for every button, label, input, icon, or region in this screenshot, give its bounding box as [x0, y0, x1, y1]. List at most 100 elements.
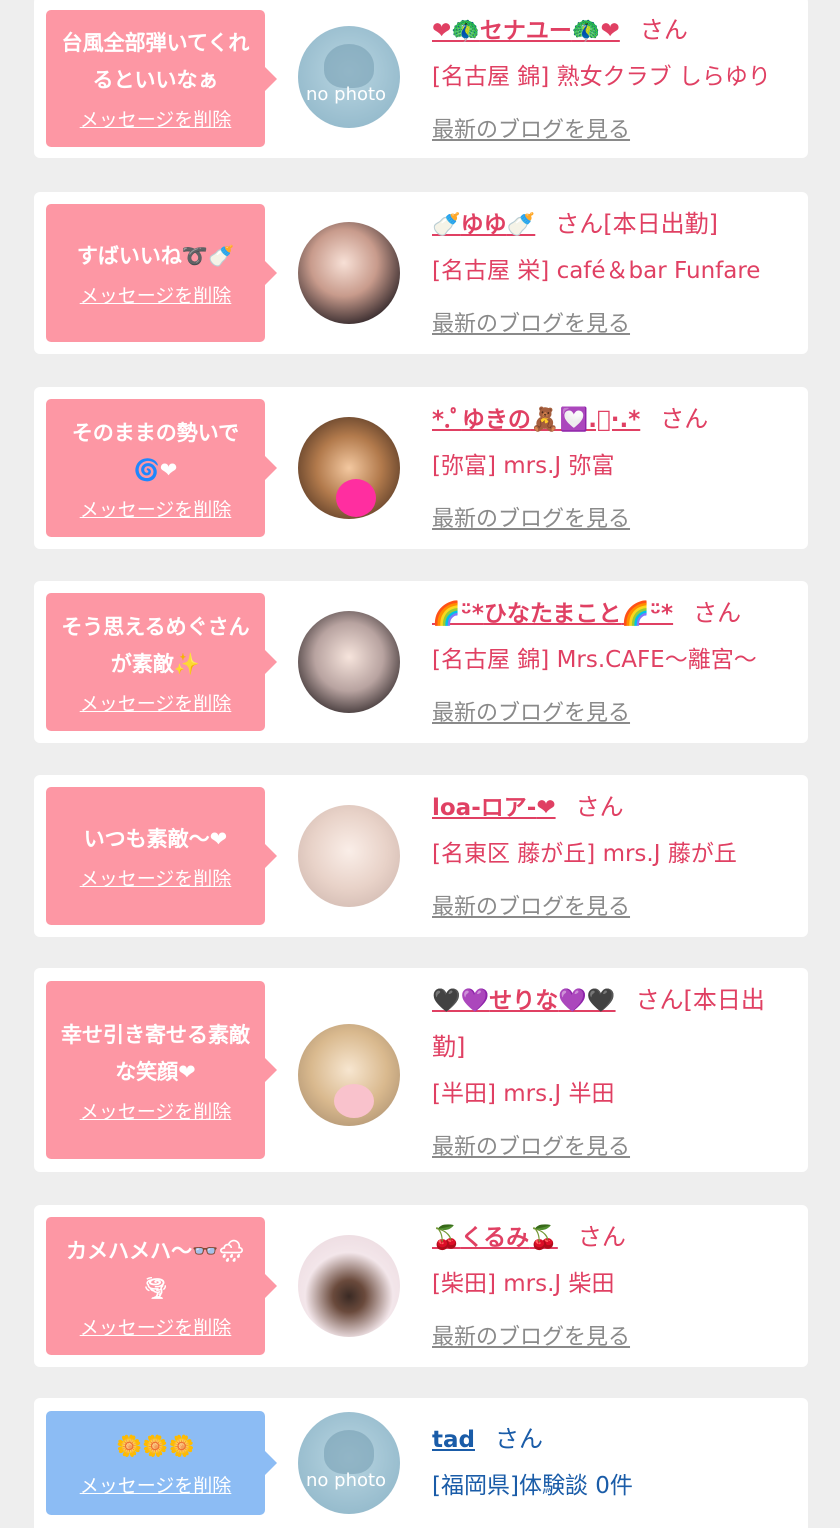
profile-name-link[interactable]: *.ﾟゆきの🧸💟.ﾟ·.* [432, 407, 640, 433]
message-bubble: 幸せ引き寄せる素敵な笑顔❤ メッセージを削除 [46, 981, 277, 1159]
profile-info: tad さん [福岡県]体験談 0件 [432, 1417, 798, 1508]
avatar[interactable] [298, 1024, 400, 1126]
message-bubble: 🌼🌼🌼 メッセージを削除 [46, 1411, 277, 1515]
message-text: そう思えるめぐさんが素敵✨ [61, 614, 250, 676]
shop-info: [柴田] mrs.J 柴田 [432, 1271, 615, 1297]
face-sticker [336, 479, 376, 517]
shop-info: [弥富] mrs.J 弥富 [432, 453, 615, 479]
avatar[interactable] [298, 1235, 400, 1337]
avatar[interactable]: no photo [298, 26, 400, 128]
profile-info: 🍼ゆゆ🍼 さん[本日出勤] [名古屋 栄] café＆bar Funfare 最新… [432, 202, 798, 347]
avatar[interactable] [298, 611, 400, 713]
silhouette-icon [324, 44, 374, 88]
honorific: さん [494, 1425, 543, 1453]
name-text: loa-ロア- [432, 795, 537, 821]
message-bubble: 台風全部弾いてくれるといいなぁ メッセージを削除 [46, 10, 277, 147]
message-text: カメハメハ～👓🌧🌪 [66, 1238, 245, 1300]
name-emoji: 💜🖤 [558, 988, 616, 1014]
name-emoji: 🖤💜 [432, 988, 490, 1014]
message-bubble: カメハメハ～👓🌧🌪 メッセージを削除 [46, 1217, 277, 1355]
profile-info: loa-ロア-❤ さん [名東区 藤が丘] mrs.J 藤が丘 最新のブログを見る [432, 785, 798, 930]
shop-info: [名古屋 栄] café＆bar Funfare [432, 258, 761, 284]
name-emoji: 🍼 [432, 212, 461, 238]
message-card: 台風全部弾いてくれるといいなぁ メッセージを削除 no photo ❤🦚セナユー… [34, 0, 808, 158]
name-emoji: 🍒 [432, 1225, 461, 1251]
profile-name-link[interactable]: 🍒くるみ🍒 [432, 1225, 558, 1251]
latest-blog-link[interactable]: 最新のブログを見る [432, 1316, 798, 1360]
profile-name-link[interactable]: 🍼ゆゆ🍼 [432, 212, 535, 238]
avatar[interactable]: no photo [298, 1412, 400, 1514]
message-card: 幸せ引き寄せる素敵な笑顔❤ メッセージを削除 🖤💜せりな💜🖤 さん[本日出勤] [… [34, 968, 808, 1172]
name-text: tad [432, 1427, 475, 1453]
delete-message-link[interactable]: メッセージを削除 [80, 1313, 232, 1340]
message-text: 幸せ引き寄せる素敵な笑顔❤ [61, 1022, 250, 1084]
avatar[interactable] [298, 417, 400, 519]
name-emoji: 🧸💟.ﾟ·.* [530, 407, 641, 433]
name-emoji: ❤🦚 [432, 18, 480, 44]
message-text: 🌼🌼🌼 [116, 1434, 195, 1458]
latest-blog-link[interactable]: 最新のブログを見る [432, 498, 798, 542]
message-card: すばいいね➰🍼 メッセージを削除 🍼ゆゆ🍼 さん[本日出勤] [名古屋 栄] ca… [34, 192, 808, 354]
message-bubble: いつも素敵～❤ メッセージを削除 [46, 787, 277, 925]
honorific: さん [575, 793, 624, 821]
name-emoji: 🍒 [529, 1225, 558, 1251]
message-bubble: そのままの勢いで🌀❤ メッセージを削除 [46, 399, 277, 537]
profile-info: 🖤💜せりな💜🖤 さん[本日出勤] [半田] mrs.J 半田 最新のブログを見る [432, 978, 798, 1170]
name-emoji: 🌈ᵕ̈* [432, 601, 484, 627]
shop-info: [福岡県]体験談 0件 [432, 1473, 633, 1499]
profile-info: 🌈ᵕ̈*ひなたまこと🌈ᵕ̈* さん [名古屋 錦] Mrs.CAFE～離宮～ 最新… [432, 591, 798, 736]
delete-message-link[interactable]: メッセージを削除 [80, 495, 232, 522]
avatar[interactable] [298, 805, 400, 907]
message-card: 🌼🌼🌼 メッセージを削除 no photo tad さん [福岡県]体験談 0件 [34, 1398, 808, 1528]
no-photo-label: no photo [306, 84, 387, 105]
message-card: カメハメハ～👓🌧🌪 メッセージを削除 🍒くるみ🍒 さん [柴田] mrs.J 柴田… [34, 1205, 808, 1367]
profile-info: 🍒くるみ🍒 さん [柴田] mrs.J 柴田 最新のブログを見る [432, 1215, 798, 1360]
name-text: せりな [489, 988, 559, 1014]
avatar[interactable] [298, 222, 400, 324]
profile-name-link[interactable]: ❤🦚セナユー🦚❤ [432, 18, 620, 44]
latest-blog-link[interactable]: 最新のブログを見る [432, 303, 798, 347]
message-text: 台風全部弾いてくれるといいなぁ [61, 31, 250, 92]
delete-message-link[interactable]: メッセージを削除 [80, 105, 232, 132]
message-text: いつも素敵～❤ [83, 827, 228, 851]
latest-blog-link[interactable]: 最新のブログを見る [432, 692, 798, 736]
profile-name-link[interactable]: 🌈ᵕ̈*ひなたまこと🌈ᵕ̈* [432, 601, 673, 627]
name-text: セナユー [479, 18, 572, 44]
name-text: ひなたまこと [483, 601, 622, 627]
profile-name-link[interactable]: 🖤💜せりな💜🖤 [432, 988, 616, 1014]
shop-info: [名東区 藤が丘] mrs.J 藤が丘 [432, 841, 737, 867]
latest-blog-link[interactable]: 最新のブログを見る [432, 1126, 798, 1170]
delete-message-link[interactable]: メッセージを削除 [80, 689, 232, 716]
silhouette-icon [324, 1430, 374, 1474]
name-emoji: 🦚❤ [571, 18, 620, 44]
delete-message-link[interactable]: メッセージを削除 [80, 281, 232, 308]
shop-info: [半田] mrs.J 半田 [432, 1081, 615, 1107]
message-card: そう思えるめぐさんが素敵✨ メッセージを削除 🌈ᵕ̈*ひなたまこと🌈ᵕ̈* さん … [34, 581, 808, 743]
message-card: いつも素敵～❤ メッセージを削除 loa-ロア-❤ さん [名東区 藤が丘] mr… [34, 775, 808, 937]
name-text: ゆゆ [460, 212, 507, 238]
message-text: そのままの勢いで🌀❤ [71, 420, 240, 482]
delete-message-link[interactable]: メッセージを削除 [80, 1097, 232, 1124]
latest-blog-link[interactable]: 最新のブログを見る [432, 886, 798, 930]
latest-blog-link[interactable]: 最新のブログを見る [432, 109, 798, 153]
profile-name-link[interactable]: loa-ロア-❤ [432, 795, 556, 821]
face-blur [334, 1084, 374, 1118]
honorific: さん [577, 1223, 626, 1251]
message-text: すばいいね➰🍼 [76, 244, 235, 268]
name-emoji: *.ﾟ [432, 407, 462, 433]
shop-info: [名古屋 錦] Mrs.CAFE～離宮～ [432, 647, 757, 673]
honorific: さん [693, 599, 742, 627]
honorific: さん[本日出勤] [555, 210, 719, 238]
name-text: くるみ [460, 1225, 530, 1251]
honorific: さん [660, 405, 709, 433]
name-emoji: 🌈ᵕ̈* [621, 601, 674, 627]
profile-name-link[interactable]: tad [432, 1427, 475, 1453]
message-bubble: そう思えるめぐさんが素敵✨ メッセージを削除 [46, 593, 277, 731]
no-photo-label: no photo [306, 1470, 387, 1491]
name-emoji: ❤ [536, 795, 556, 821]
message-card: そのままの勢いで🌀❤ メッセージを削除 *.ﾟゆきの🧸💟.ﾟ·.* さん [弥富]… [34, 387, 808, 549]
delete-message-link[interactable]: メッセージを削除 [80, 1471, 232, 1498]
profile-info: *.ﾟゆきの🧸💟.ﾟ·.* さん [弥富] mrs.J 弥富 最新のブログを見る [432, 397, 798, 542]
delete-message-link[interactable]: メッセージを削除 [80, 864, 232, 891]
honorific: さん [639, 16, 688, 44]
